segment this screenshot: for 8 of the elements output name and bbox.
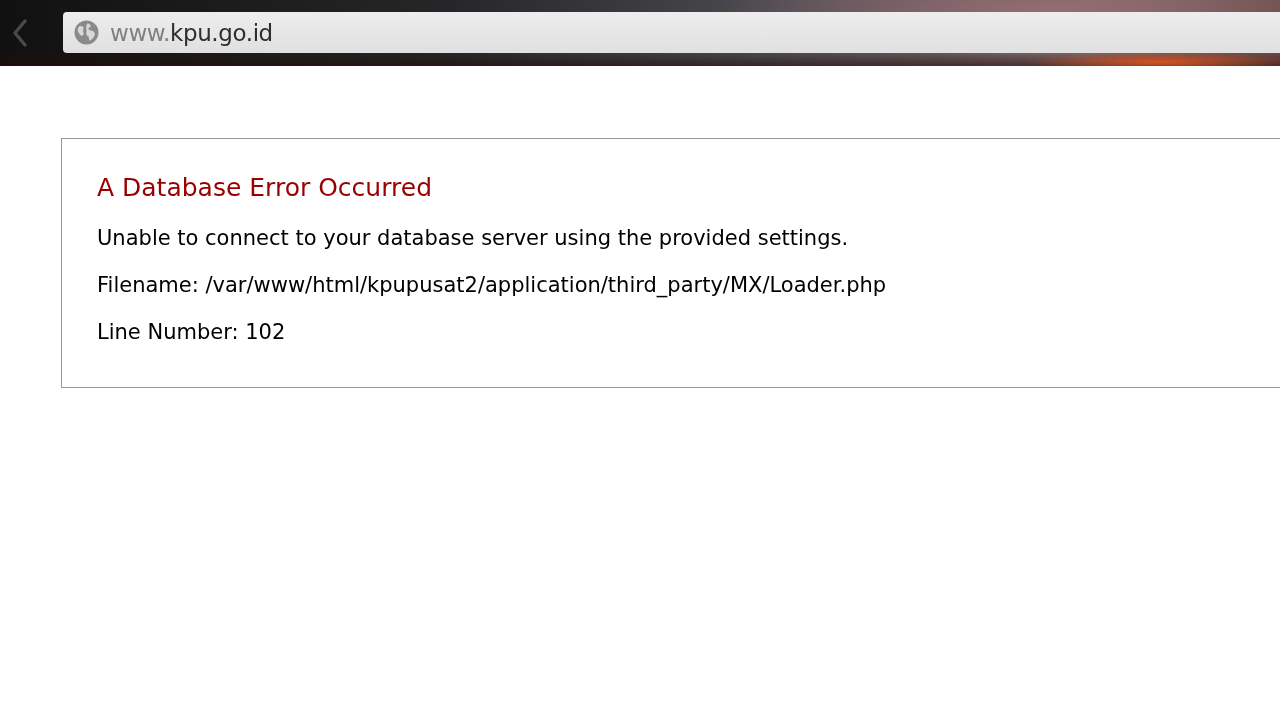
error-heading: A Database Error Occurred [97, 173, 432, 203]
error-message: Unable to connect to your database server using the provided settings. [97, 225, 849, 251]
globe-icon [74, 20, 99, 45]
error-message: Filename: /var/www/html/kpupusat2/application/third_party/MX/Loader.php [97, 272, 887, 298]
address-bar[interactable]: www.kpu.go.id [63, 12, 1280, 53]
url-text: www.kpu.go.id [110, 19, 273, 46]
error-message: Line Number: 102 [97, 319, 286, 345]
chevron-left-icon [13, 19, 27, 47]
